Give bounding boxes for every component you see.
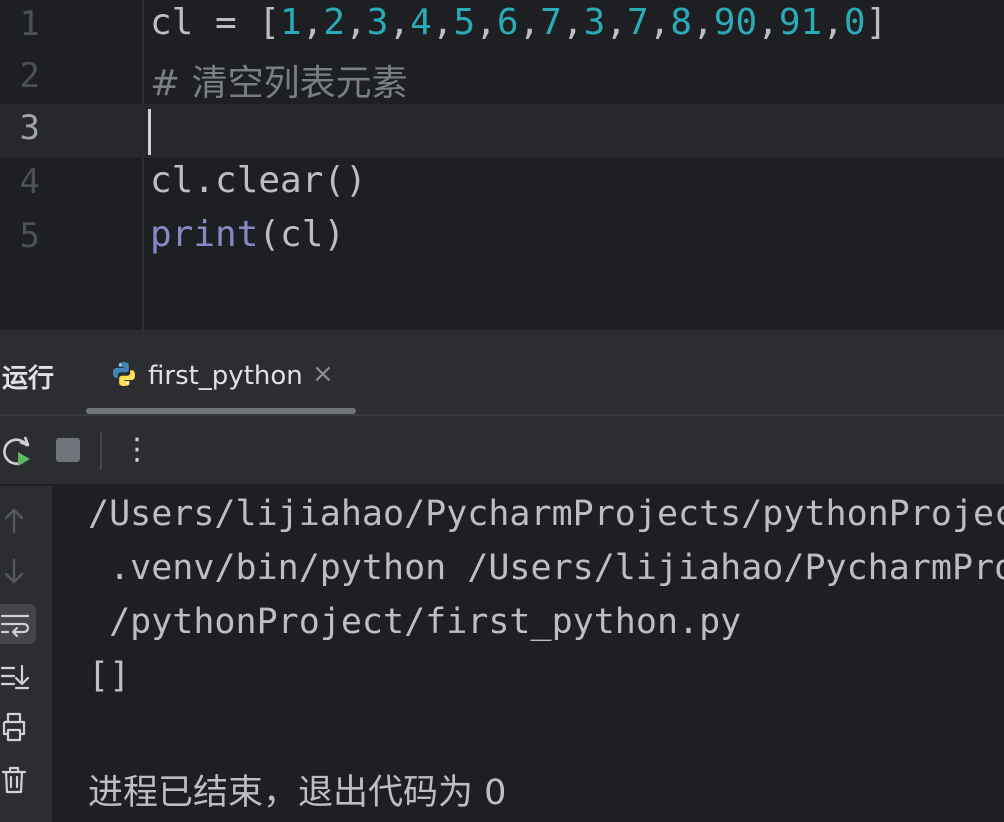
code-token: print [150, 214, 259, 255]
process-exit-message: 进程已结束，退出代码为 0 [88, 773, 507, 813]
code-token: , [757, 2, 779, 43]
code-token: , [388, 2, 411, 43]
console-line: /Users/lijiahao/PycharmProjects/pythonPr… [88, 494, 1004, 534]
line-number: 5 [19, 216, 40, 256]
trash-icon[interactable] [0, 760, 36, 800]
code-token: # 清空列表元素 [150, 63, 408, 104]
code-token: , [345, 2, 367, 43]
line-number: 2 [19, 56, 40, 96]
run-panel-title: 运行 [2, 364, 55, 394]
print-icon[interactable] [0, 708, 36, 748]
run-tool-window-header: 运行 first_python × [0, 330, 1004, 416]
code-token: 0 [843, 2, 866, 43]
code-token: cl.clear() [150, 160, 367, 201]
console-output[interactable]: /Users/lijiahao/PycharmProjects/pythonPr… [52, 486, 1004, 822]
console-line: [] [88, 656, 131, 696]
code-content[interactable]: # 清空列表元素 [150, 54, 408, 106]
arrow-up-icon[interactable] [0, 500, 36, 540]
code-token: 5 [453, 2, 476, 43]
code-token: , [301, 2, 324, 43]
code-line-5[interactable]: 5 print(cl) [0, 212, 1004, 266]
console-side-toolbar [0, 486, 52, 822]
console-line: /pythonProject/first_python.py [88, 602, 742, 642]
more-options-icon[interactable]: ⋮ [122, 430, 152, 470]
code-token: , [648, 2, 671, 43]
code-token: 7 [540, 2, 562, 43]
code-token: , [605, 2, 628, 43]
console-line: .venv/bin/python /Users/lijiahao/Pycharm… [109, 548, 1004, 588]
line-number: 3 [19, 108, 40, 148]
code-line-2[interactable]: 2 # 清空列表元素 [0, 52, 1004, 106]
code-line-1[interactable]: 1 cl = [1,2,3,4,5,6,7,3,7,8,90,91,0] [0, 0, 1004, 54]
code-token: 3 [583, 2, 606, 43]
code-token: (cl) [258, 214, 346, 255]
code-token: , [518, 2, 541, 43]
code-content[interactable]: cl = [1,2,3,4,5,6,7,3,7,8,90,91,0] [150, 2, 887, 43]
code-token: cl = [ [150, 2, 281, 43]
code-token: 8 [670, 2, 693, 43]
code-token: , [822, 2, 844, 43]
line-number: 4 [19, 162, 40, 202]
soft-wrap-icon[interactable] [0, 604, 36, 644]
code-token: 2 [323, 2, 346, 43]
run-tab-first-python[interactable]: first_python × [86, 330, 356, 414]
code-content[interactable]: cl.clear() [150, 160, 367, 201]
code-token: 6 [496, 2, 519, 43]
arrow-down-icon[interactable] [0, 552, 36, 592]
scroll-to-end-icon[interactable] [0, 656, 36, 696]
code-token: 3 [366, 2, 389, 43]
code-token: 90 [713, 2, 758, 43]
code-token: , [475, 2, 497, 43]
code-content[interactable]: print(cl) [150, 214, 345, 255]
line-number: 1 [19, 4, 40, 44]
run-toolbar: ⋮ [0, 416, 1004, 484]
code-line-3-current[interactable]: 3 [0, 104, 1004, 158]
code-line-4[interactable]: 4 cl.clear() [0, 158, 1004, 212]
stop-icon[interactable] [56, 438, 80, 462]
toolbar-separator [100, 432, 102, 470]
code-token: , [561, 2, 584, 43]
close-icon[interactable]: × [312, 360, 334, 388]
code-token: , [692, 2, 714, 43]
run-tab-label: first_python [148, 361, 303, 391]
code-editor[interactable]: 1 cl = [1,2,3,4,5,6,7,3,7,8,90,91,0] 2 #… [0, 0, 1004, 330]
code-token: ] [865, 2, 888, 43]
code-token: 7 [627, 2, 649, 43]
code-token: 4 [410, 2, 432, 43]
code-token: 1 [280, 2, 302, 43]
text-caret [148, 109, 151, 155]
active-tab-indicator [86, 408, 356, 414]
code-token: , [431, 2, 454, 43]
rerun-icon[interactable] [0, 434, 36, 470]
code-token: 91 [778, 2, 823, 43]
python-icon [113, 362, 135, 386]
